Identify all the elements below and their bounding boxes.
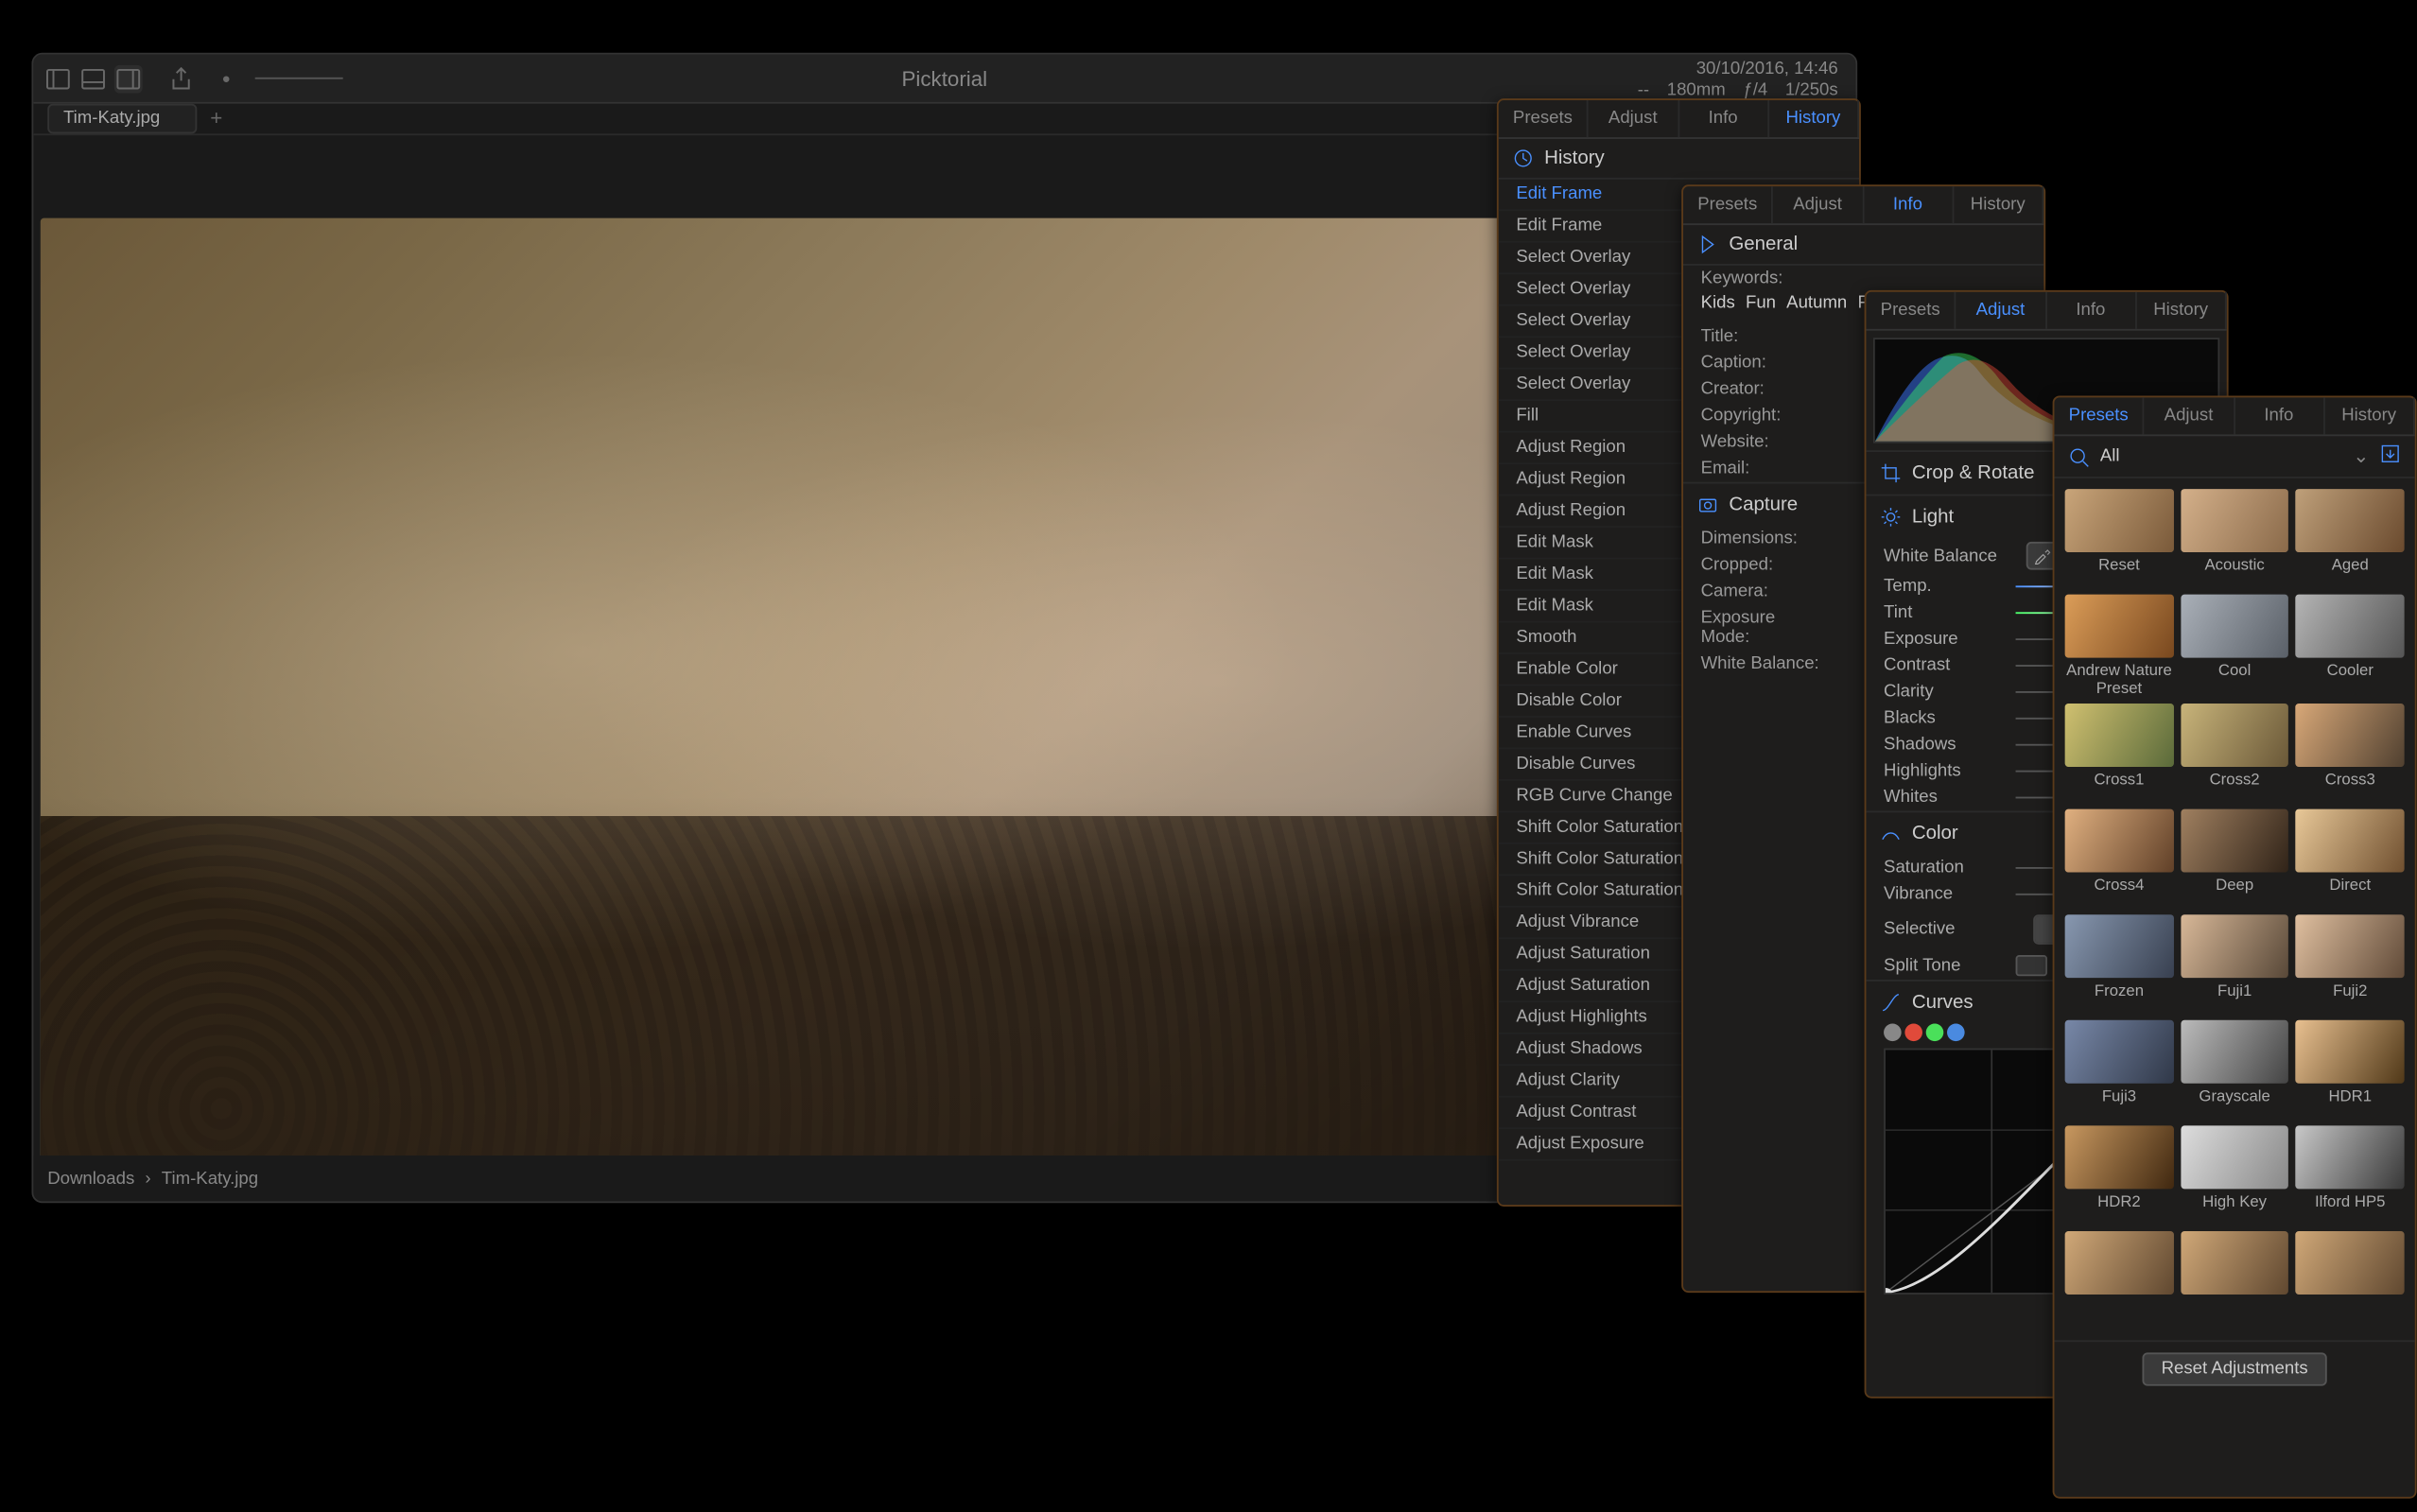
- panel-tabs: Presets Adjust Info History: [1683, 186, 2043, 225]
- preset-cross3[interactable]: Cross3: [2296, 704, 2405, 802]
- panel-tabs: Presets Adjust Info History: [1866, 292, 2226, 331]
- preset-fuji3[interactable]: Fuji3: [2065, 1020, 2174, 1119]
- import-icon[interactable]: [2380, 443, 2401, 470]
- keywords-label: Keywords:: [1683, 266, 2043, 292]
- chevron-down-icon[interactable]: ⌄: [2353, 445, 2369, 468]
- tab-history[interactable]: History: [1954, 186, 2043, 223]
- history-header: History: [1499, 139, 1859, 180]
- tab-presets[interactable]: Presets: [1499, 100, 1589, 137]
- toolbar: Picktorial 30/10/2016, 14:46 --180mmƒ/41…: [33, 55, 1855, 104]
- app-title: Picktorial: [902, 66, 988, 91]
- presets-category-bar[interactable]: All ⌄: [2054, 436, 2414, 478]
- panel-presets: Presets Adjust Info History All ⌄ ResetA…: [2053, 396, 2417, 1499]
- preset-aged[interactable]: Aged: [2296, 489, 2405, 587]
- preset-item[interactable]: [2296, 1231, 2405, 1330]
- preset-acoustic[interactable]: Acoustic: [2181, 489, 2289, 587]
- preset-grayscale[interactable]: Grayscale: [2181, 1020, 2289, 1119]
- preset-high-key[interactable]: High Key: [2181, 1125, 2289, 1224]
- tab-history[interactable]: History: [1769, 100, 1859, 137]
- tab-info[interactable]: Info: [1864, 186, 1954, 223]
- metadata-readout: 30/10/2016, 14:46 --180mmƒ/41/250s: [1638, 60, 1838, 102]
- reset-adjustments-button[interactable]: Reset Adjustments: [2142, 1352, 2327, 1385]
- preset-fuji1[interactable]: Fuji1: [2181, 914, 2289, 1013]
- breadcrumb[interactable]: DownloadsTim-Katy.jpg: [47, 1169, 258, 1188]
- preset-ilford-hp5[interactable]: Ilford HP5: [2296, 1125, 2405, 1224]
- tab-history[interactable]: History: [2324, 397, 2414, 434]
- layout-bottom-icon[interactable]: [79, 64, 108, 93]
- preset-cross1[interactable]: Cross1: [2065, 704, 2174, 802]
- general-header: General: [1683, 225, 2043, 266]
- layout-left-icon[interactable]: [44, 64, 73, 93]
- preset-cooler[interactable]: Cooler: [2296, 595, 2405, 697]
- preset-reset[interactable]: Reset: [2065, 489, 2174, 587]
- preset-item[interactable]: [2181, 1231, 2289, 1330]
- tab-adjust[interactable]: Adjust: [2145, 397, 2234, 434]
- panel-tabs: Presets Adjust Info History: [2054, 397, 2414, 436]
- zoom-dot-icon[interactable]: [220, 64, 249, 93]
- tab-adjust[interactable]: Adjust: [1956, 292, 2046, 329]
- tab-presets[interactable]: Presets: [1866, 292, 1956, 329]
- preset-hdr1[interactable]: HDR1: [2296, 1020, 2405, 1119]
- add-tab-button[interactable]: +: [204, 107, 229, 131]
- preset-item[interactable]: [2065, 1231, 2174, 1330]
- tab-info[interactable]: Info: [1678, 100, 1768, 137]
- layout-right-icon[interactable]: [114, 64, 143, 93]
- preset-fuji2[interactable]: Fuji2: [2296, 914, 2405, 1013]
- tab-presets[interactable]: Presets: [2054, 397, 2144, 434]
- tab-presets[interactable]: Presets: [1683, 186, 1773, 223]
- tab-info[interactable]: Info: [2234, 397, 2324, 434]
- tab-adjust[interactable]: Adjust: [1773, 186, 1863, 223]
- zoom-slider[interactable]: [255, 78, 343, 79]
- panel-tabs: Presets Adjust Info History: [1499, 100, 1859, 139]
- split-tone-toggle[interactable]: [2016, 955, 2047, 976]
- presets-grid: ResetAcousticAgedAndrew Nature PresetCoo…: [2054, 478, 2414, 1340]
- preset-cool[interactable]: Cool: [2181, 595, 2289, 697]
- preset-frozen[interactable]: Frozen: [2065, 914, 2174, 1013]
- tab-history[interactable]: History: [2136, 292, 2226, 329]
- preset-cross2[interactable]: Cross2: [2181, 704, 2289, 802]
- file-tab[interactable]: Tim-Katy.jpg: [47, 104, 197, 134]
- share-icon[interactable]: [167, 64, 196, 93]
- preset-cross4[interactable]: Cross4: [2065, 809, 2174, 908]
- tab-info[interactable]: Info: [2046, 292, 2136, 329]
- tab-adjust[interactable]: Adjust: [1589, 100, 1678, 137]
- preset-andrew-nature-preset[interactable]: Andrew Nature Preset: [2065, 595, 2174, 697]
- preset-deep[interactable]: Deep: [2181, 809, 2289, 908]
- preset-direct[interactable]: Direct: [2296, 809, 2405, 908]
- preset-hdr2[interactable]: HDR2: [2065, 1125, 2174, 1224]
